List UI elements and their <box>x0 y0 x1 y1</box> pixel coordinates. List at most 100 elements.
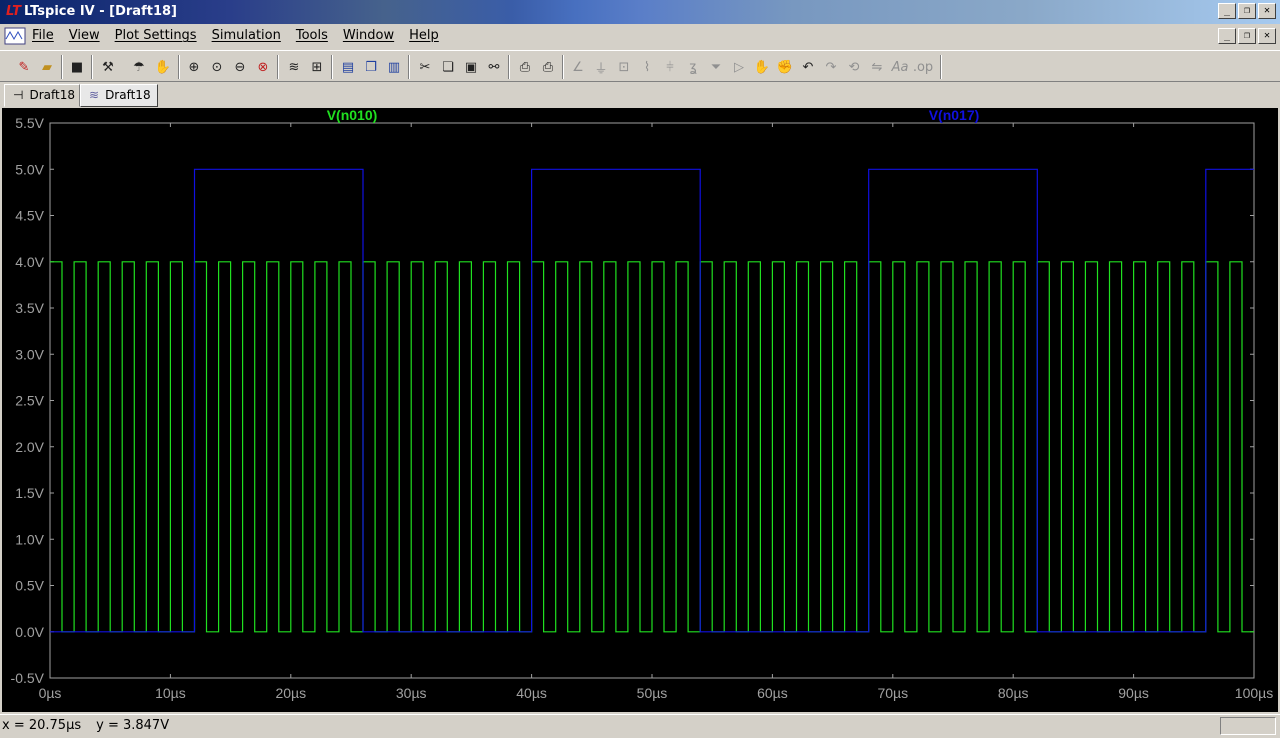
zoom-cancel-icon[interactable]: ⊗ <box>253 57 273 77</box>
ground-icon[interactable]: ⏚ <box>591 57 611 77</box>
rotate-icon[interactable]: ⟲ <box>844 57 864 77</box>
find-icon[interactable]: ⚯ <box>484 57 504 77</box>
doc-close-button[interactable]: ✕ <box>1258 28 1276 44</box>
mirror-icon[interactable]: ⇋ <box>867 57 887 77</box>
open-icon[interactable]: ▰ <box>37 57 57 77</box>
y-tick-label: 0.0V <box>15 624 44 640</box>
ltspice-logo-icon: LT <box>6 4 21 19</box>
toolbar-separator <box>508 55 510 79</box>
pan-hand-icon[interactable]: ✋ <box>153 57 173 77</box>
tab-label: Draft18 <box>29 88 75 102</box>
doc-minimize-button[interactable]: _ <box>1218 28 1236 44</box>
trace-label: V(n017) <box>929 108 980 123</box>
waveform-plot[interactable]: 5.5V 5.0V 4.5V 4.0V 3.5V 3.0V 2.5V 2.0V 1.5V 1.0V… <box>2 108 1278 712</box>
x-tick-label: 90µs <box>1118 685 1149 701</box>
waveform-icon: ≋ <box>89 88 100 102</box>
text-icon[interactable]: Aa <box>890 57 910 77</box>
window-titlebar: LT LTspice IV - [Draft18] _ ❐ ✕ <box>0 0 1280 24</box>
undo-icon[interactable]: ↶ <box>798 57 818 77</box>
tab-schematic[interactable]: ⊣ Draft18 <box>4 84 80 107</box>
spice-directive-icon[interactable]: .op <box>913 57 933 77</box>
split-icon[interactable]: ⊞ <box>307 57 327 77</box>
move-icon[interactable]: ✋ <box>752 57 772 77</box>
x-tick-label: 100µs <box>1235 685 1273 701</box>
new-schematic-icon[interactable]: ✎ <box>14 57 34 77</box>
x-tick-label: 70µs <box>877 685 908 701</box>
wire-icon[interactable]: ∠ <box>568 57 588 77</box>
x-tick-label: 20µs <box>275 685 306 701</box>
toolbar-separator <box>562 55 564 79</box>
y-tick-label: 4.5V <box>15 208 44 224</box>
menu-tools[interactable]: Tools <box>296 28 328 43</box>
y-tick-label: 3.0V <box>15 346 44 362</box>
save-icon[interactable]: ■ <box>67 57 87 77</box>
control-panel-icon[interactable]: ⚒ <box>98 57 118 77</box>
toolbar: ✎ ▰ ■ ⚒ ☂ ✋ ⊕ ⊙ ⊖ ⊗ ≋ ⊞ ▤ ❐ ▥ ✂ ❏ ▣ ⚯ ⎙ … <box>0 50 1280 82</box>
drag-icon[interactable]: ✊ <box>775 57 795 77</box>
tile-vertical-icon[interactable]: ▥ <box>384 57 404 77</box>
close-button[interactable]: ✕ <box>1258 3 1276 19</box>
component-icon[interactable]: ▷ <box>729 57 749 77</box>
tile-horizontal-icon[interactable]: ▤ <box>338 57 358 77</box>
toolbar-separator <box>408 55 410 79</box>
x-tick-label: 30µs <box>396 685 427 701</box>
redo-icon[interactable]: ↷ <box>821 57 841 77</box>
x-tick-label: 10µs <box>155 685 186 701</box>
x-tick-label: 0µs <box>39 685 62 701</box>
y-tick-label: 4.0V <box>15 254 44 270</box>
y-tick-label: 2.5V <box>15 393 44 409</box>
status-panel <box>1220 717 1276 735</box>
diode-icon[interactable]: ⏷ <box>706 57 726 77</box>
x-tick-label: 80µs <box>998 685 1029 701</box>
toolbar-separator <box>178 55 180 79</box>
tab-waveform[interactable]: ≋ Draft18 <box>80 84 158 107</box>
menu-simulation[interactable]: Simulation <box>212 28 281 43</box>
capacitor-icon[interactable]: ⫩ <box>660 57 680 77</box>
minimize-button[interactable]: _ <box>1218 3 1236 19</box>
series-line-vn010 <box>50 261 1254 633</box>
cascade-icon[interactable]: ❐ <box>361 57 381 77</box>
restore-button[interactable]: ❐ <box>1238 3 1256 19</box>
x-readout: x = 20.75µs <box>2 718 82 733</box>
waveform-chart-svg[interactable]: 5.5V 5.0V 4.5V 4.0V 3.5V 3.0V 2.5V 2.0V 1.5V 1.0V… <box>2 108 1278 712</box>
menu-file[interactable]: File <box>32 28 54 43</box>
print-setup-icon[interactable]: ⎙ <box>515 57 535 77</box>
window-title: LTspice IV - [Draft18] <box>24 4 177 19</box>
toolbar-separator <box>940 55 942 79</box>
toolbar-separator <box>91 55 93 79</box>
status-bar: x = 20.75µs y = 3.847V <box>0 714 1280 738</box>
y-readout: y = 3.847V <box>96 718 170 733</box>
menu-window[interactable]: Window <box>343 28 394 43</box>
doc-restore-button[interactable]: ❐ <box>1238 28 1256 44</box>
paste-icon[interactable]: ▣ <box>461 57 481 77</box>
y-tick-label: 1.0V <box>15 531 44 547</box>
label-icon[interactable]: ⊡ <box>614 57 634 77</box>
y-tick-label: 3.5V <box>15 300 44 316</box>
zoom-in-icon[interactable]: ⊕ <box>184 57 204 77</box>
y-tick-label: 5.0V <box>15 161 44 177</box>
autorange-icon[interactable]: ≋ <box>284 57 304 77</box>
copy-icon[interactable]: ❏ <box>438 57 458 77</box>
document-window-controls: _ ❐ ✕ <box>1218 28 1276 44</box>
menu-view[interactable]: View <box>69 28 100 43</box>
run-icon[interactable]: ☂ <box>129 57 149 77</box>
y-tick-label: 2.0V <box>15 439 44 455</box>
resistor-icon[interactable]: ⌇ <box>637 57 657 77</box>
trace-label: V(n010) <box>327 108 378 123</box>
inductor-icon[interactable]: ʓ <box>683 57 703 77</box>
tab-label: Draft18 <box>105 88 151 102</box>
zoom-out-icon[interactable]: ⊖ <box>230 57 250 77</box>
zoom-rect-icon[interactable]: ⊙ <box>207 57 227 77</box>
menubar: File View Plot Settings Simulation Tools… <box>0 24 1280 49</box>
cursor-readout: x = 20.75µs y = 3.847V <box>2 718 169 733</box>
menu-items: File View Plot Settings Simulation Tools… <box>32 28 439 43</box>
window-controls: _ ❐ ✕ <box>1218 3 1276 19</box>
menu-plot-settings[interactable]: Plot Settings <box>115 28 197 43</box>
waveform-doc-icon[interactable] <box>4 27 26 45</box>
x-tick-label: 50µs <box>637 685 668 701</box>
menu-help[interactable]: Help <box>409 28 439 43</box>
cut-icon[interactable]: ✂ <box>415 57 435 77</box>
y-tick-label: 1.5V <box>15 485 44 501</box>
y-tick-label: 5.5V <box>15 115 44 131</box>
print-icon[interactable]: ⎙ <box>538 57 558 77</box>
